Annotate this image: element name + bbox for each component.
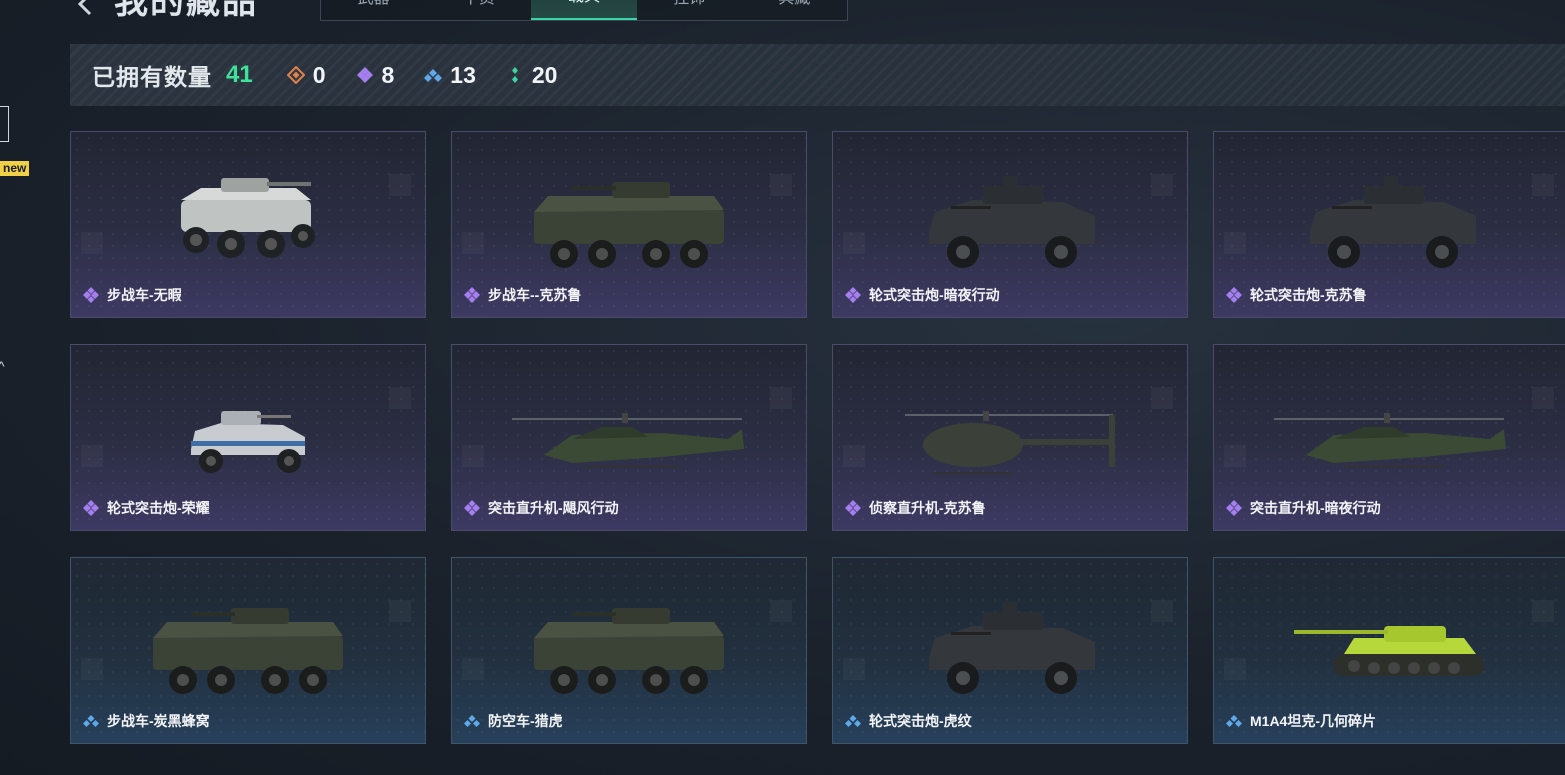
vehicle-caption: 轮式突击炮-荣耀 [83, 498, 210, 518]
vehicle-caption: 步战车--克苏鲁 [464, 285, 581, 305]
vehicle-card[interactable]: 轮式突击炮-虎纹 [832, 557, 1188, 744]
rarity-count-green: 20 [506, 61, 558, 89]
tab-weapons[interactable]: 武器 [321, 0, 426, 20]
vehicle-card[interactable]: M1A4坦克-几何碎片 [1213, 557, 1565, 744]
chevron-up-icon[interactable]: ^ [0, 358, 5, 374]
owned-count-total: 41 [226, 61, 253, 88]
vehicle-caption: 突击直升机-暗夜行动 [1226, 498, 1381, 518]
vehicle-caption: 轮式突击炮-虎纹 [845, 711, 972, 731]
back-arrow-icon[interactable] [74, 0, 98, 16]
page-title: 我的藏品 [114, 0, 258, 21]
green-diamond-icon [511, 67, 518, 83]
vehicle-name: 步战车--克苏鲁 [488, 287, 582, 303]
vehicle-name: 轮式突击炮-克苏鲁 [1250, 287, 1367, 303]
vehicle-caption: 步战车-无暇 [83, 285, 182, 305]
purple-diamond-icon [83, 287, 99, 303]
vehicle-card[interactable]: 步战车-炭黑蜂窝 [70, 557, 426, 744]
tab-charms[interactable]: 挂饰 [637, 0, 742, 20]
vehicle-card[interactable]: 轮式突击炮-荣耀 [70, 344, 426, 531]
vehicle-name: 轮式突击炮-荣耀 [107, 500, 210, 516]
purple-diamond-icon [1226, 287, 1242, 303]
purple-diamond-icon [1226, 500, 1242, 516]
tab-vehicles[interactable]: 载具 [531, 0, 637, 20]
vehicle-name: 突击直升机-飓风行动 [488, 500, 619, 516]
vehicle-caption: 防空车-猎虎 [464, 711, 563, 731]
vehicle-collection-grid: 步战车-无暇 步战车--克苏鲁 轮式突击炮-暗夜行动 轮式突击炮-克苏鲁 轮式突… [70, 131, 1565, 744]
owned-count-label: 已拥有数量 [92, 64, 212, 90]
blue-diamond-icon [424, 69, 443, 82]
category-tabs: 武器 干员 载具 挂饰 典藏 [320, 0, 848, 21]
vehicle-card[interactable]: 防空车-猎虎 [451, 557, 807, 744]
vehicle-caption: 步战车-炭黑蜂窝 [83, 711, 210, 731]
vehicle-card[interactable]: 轮式突击炮-暗夜行动 [832, 131, 1188, 318]
vehicle-card[interactable]: 侦察直升机-克苏鲁 [832, 344, 1188, 531]
rarity-count-value: 20 [531, 61, 558, 88]
vehicle-name: 侦察直升机-克苏鲁 [869, 500, 986, 516]
vehicle-name: 步战车-炭黑蜂窝 [107, 713, 210, 729]
new-badge: new [0, 161, 30, 176]
purple-diamond-icon [356, 67, 373, 83]
vehicle-caption: 轮式突击炮-克苏鲁 [1226, 285, 1367, 305]
rarity-count-blue: 13 [424, 62, 476, 89]
purple-diamond-icon [464, 287, 480, 303]
owned-summary-bar: 已拥有数量 41 0 8 13 20 [70, 44, 1565, 106]
vehicle-name: 轮式突击炮-暗夜行动 [869, 287, 1000, 303]
vehicle-caption: 突击直升机-飓风行动 [464, 498, 619, 518]
vehicle-card[interactable]: 突击直升机-飓风行动 [451, 344, 807, 531]
blue-diamond-icon [83, 715, 99, 727]
vehicle-caption: 侦察直升机-克苏鲁 [845, 498, 986, 518]
rarity-count-value: 0 [312, 61, 326, 88]
rarity-count-value: 13 [450, 61, 476, 88]
vehicle-caption: 轮式突击炮-暗夜行动 [845, 285, 1000, 305]
vehicle-card[interactable]: 轮式突击炮-克苏鲁 [1213, 131, 1565, 318]
orange-diamond-icon [286, 66, 305, 84]
vehicle-card[interactable]: 步战车--克苏鲁 [451, 131, 807, 318]
purple-diamond-icon [845, 500, 861, 516]
vehicle-name: 突击直升机-暗夜行动 [1250, 500, 1381, 516]
vehicle-name: 步战车-无暇 [107, 287, 182, 303]
purple-diamond-icon [845, 287, 861, 303]
purple-diamond-icon [464, 500, 480, 516]
rarity-count-value: 8 [381, 61, 395, 88]
purple-diamond-icon [83, 500, 99, 516]
vehicle-card[interactable]: 突击直升机-暗夜行动 [1213, 344, 1565, 531]
blue-diamond-icon [845, 715, 861, 727]
side-panel-toggle[interactable] [0, 106, 9, 142]
vehicle-card[interactable]: 步战车-无暇 [70, 131, 426, 318]
blue-diamond-icon [1226, 715, 1242, 727]
blue-diamond-icon [464, 715, 480, 727]
tab-operators[interactable]: 干员 [426, 0, 531, 20]
vehicle-name: 防空车-猎虎 [488, 713, 563, 729]
vehicle-name: M1A4坦克-几何碎片 [1250, 713, 1377, 729]
rarity-count-purple: 8 [356, 61, 395, 89]
rarity-count-orange: 0 [286, 61, 326, 89]
tab-collection[interactable]: 典藏 [742, 0, 847, 20]
vehicle-name: 轮式突击炮-虎纹 [869, 713, 972, 729]
vehicle-caption: M1A4坦克-几何碎片 [1226, 711, 1376, 731]
